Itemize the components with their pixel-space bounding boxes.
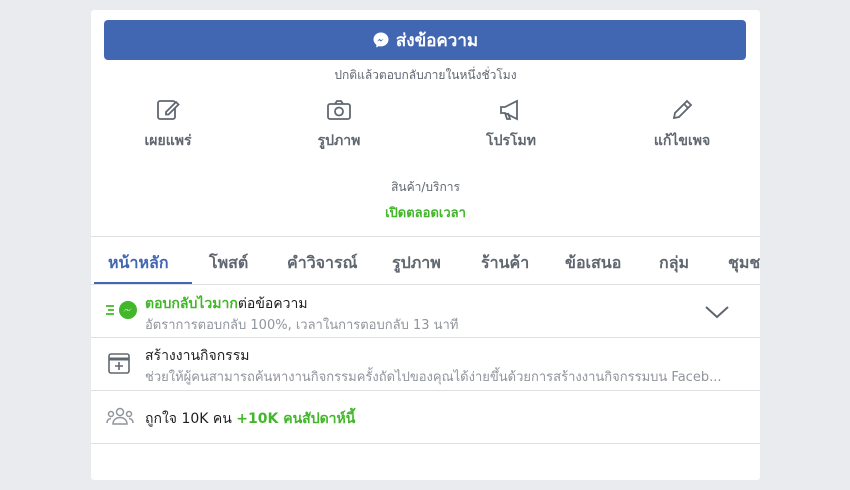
create-event-title: สร้างงานกิจกรรม — [145, 348, 250, 364]
responsiveness-title-rest: ต่อข้อความ — [237, 296, 308, 312]
photo-action[interactable]: รูปภาพ — [279, 96, 399, 152]
promote-label: โปรโมท — [486, 133, 536, 149]
chevron-down-icon[interactable] — [704, 304, 730, 320]
megaphone-icon — [497, 96, 525, 124]
messenger-icon — [372, 31, 390, 49]
tab-offers[interactable]: ข้อเสนอ — [565, 251, 621, 276]
tab-posts[interactable]: โพสต์ — [209, 251, 248, 276]
responsiveness-subtitle: อัตราการตอบกลับ 100%, เวลาในการตอบกลับ 1… — [145, 318, 459, 333]
divider — [91, 443, 760, 444]
calendar-add-icon — [108, 352, 130, 378]
promote-action[interactable]: โปรโมท — [451, 96, 571, 152]
photo-label: รูปภาพ — [317, 133, 361, 149]
edit-page-label: แก้ไขเพจ — [653, 133, 711, 149]
send-message-button[interactable]: ส่งข้อความ — [104, 20, 746, 60]
likes-row[interactable]: ถูกใจ 10K คน +10K คนสัปดาห์นี้ — [91, 391, 760, 443]
send-message-label: ส่งข้อความ — [395, 30, 479, 51]
publish-action[interactable]: เผยแพร่ — [108, 96, 228, 152]
responsiveness-highlight: ตอบกลับไวมาก — [145, 296, 238, 312]
page-category: สินค้า/บริการ — [391, 180, 460, 194]
tab-shop[interactable]: ร้านค้า — [481, 251, 529, 276]
edit-icon — [154, 96, 182, 124]
fast-reply-icon — [105, 299, 139, 325]
likes-count: ถูกใจ 10K คน — [145, 411, 232, 427]
tab-groups[interactable]: กลุ่ม — [659, 251, 689, 276]
open-hours-status: เปิดตลอดเวลา — [385, 206, 466, 221]
tab-reviews[interactable]: คำวิจารณ์ — [287, 251, 357, 276]
camera-icon — [325, 96, 353, 124]
page-tabs: หน้าหลัก โพสต์ คำวิจารณ์ รูปภาพ ร้านค้า … — [91, 237, 760, 285]
tab-photos[interactable]: รูปภาพ — [392, 251, 441, 276]
page-card: ส่งข้อความ ปกติแล้วตอบกลับภายในหนึ่งชั่ว… — [91, 10, 760, 480]
likes-text: ถูกใจ 10K คน +10K คนสัปดาห์นี้ — [145, 408, 355, 430]
reply-time-note: ปกติแล้วตอบกลับภายในหนึ่งชั่วโมง — [334, 68, 517, 82]
tab-home[interactable]: หน้าหลัก — [108, 251, 169, 276]
publish-label: เผยแพร่ — [144, 133, 192, 149]
people-icon — [106, 407, 134, 429]
create-event-subtitle: ช่วยให้ผู้คนสามารถค้นหางานกิจกรรมครั้งถั… — [145, 370, 722, 385]
responsiveness-title: ตอบกลับไวมากต่อข้อความ — [145, 293, 308, 315]
edit-page-action[interactable]: แก้ไขเพจ — [622, 96, 742, 152]
likes-weekly-delta: +10K คนสัปดาห์นี้ — [236, 411, 356, 427]
pencil-icon — [668, 96, 696, 124]
responsiveness-row[interactable]: ตอบกลับไวมากต่อข้อความ อัตราการตอบกลับ 1… — [91, 285, 760, 337]
create-event-row[interactable]: สร้างงานกิจกรรม ช่วยให้ผู้คนสามารถค้นหาง… — [91, 338, 760, 390]
tab-community[interactable]: ชุมช — [728, 251, 760, 276]
page-actions: เผยแพร่ รูปภาพ โปรโมท แก้ไขเพจ — [91, 96, 760, 156]
